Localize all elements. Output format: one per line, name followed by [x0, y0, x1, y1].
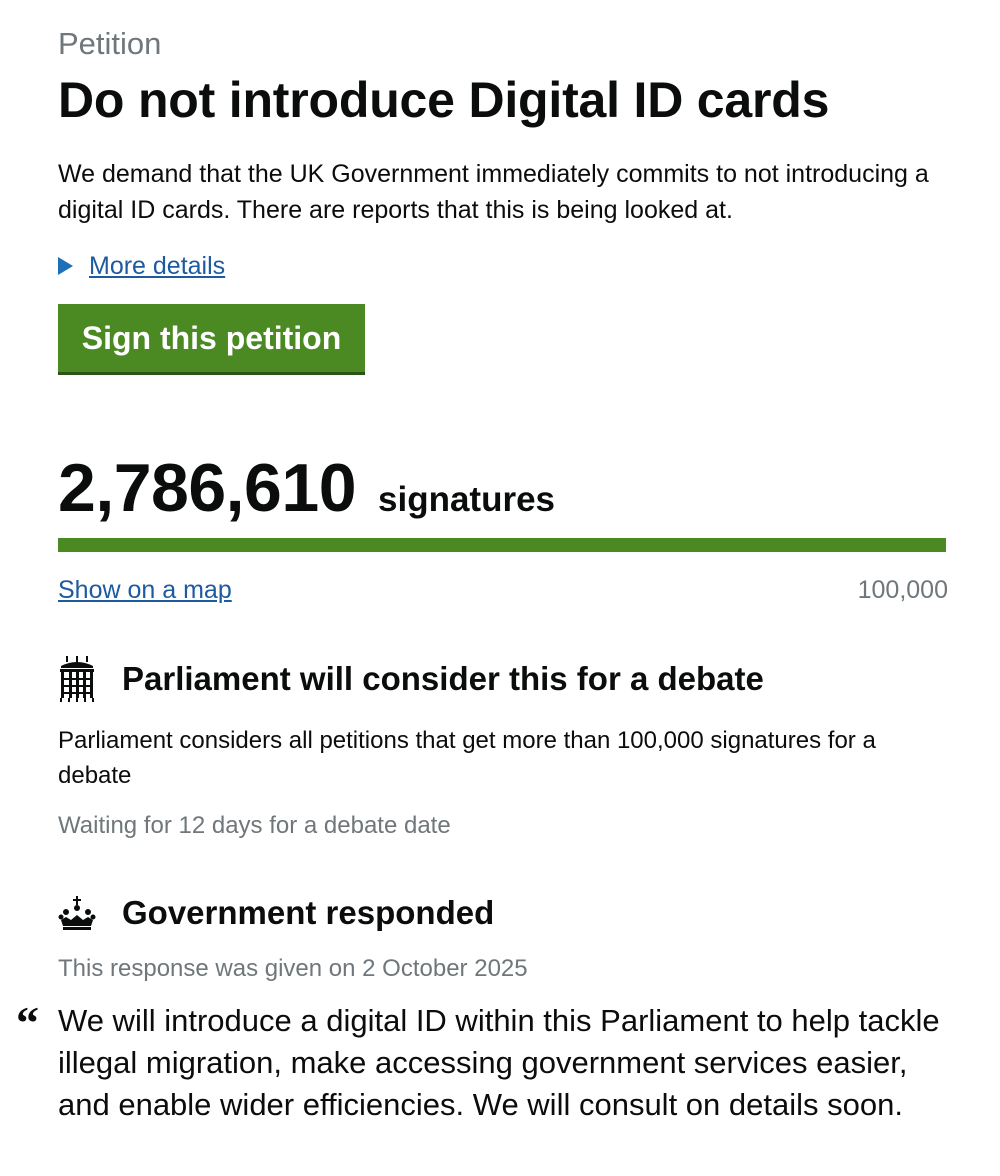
signature-progress-bar: [58, 538, 946, 552]
signature-count-label: signatures: [378, 480, 556, 519]
response-heading: Government responded: [122, 894, 495, 931]
petition-summary: We demand that the UK Government immedia…: [58, 160, 929, 224]
sign-petition-button[interactable]: Sign this petition: [58, 304, 365, 372]
debate-heading: Parliament will consider this for a deba…: [122, 660, 764, 697]
quote-mark-icon: “: [16, 997, 39, 1048]
crown-icon: [58, 890, 96, 936]
debate-section-header: Parliament will consider this for a deba…: [58, 656, 764, 702]
debate-status: Waiting for 12 days for a debate date: [58, 812, 451, 839]
response-date: This response was given on 2 October 202…: [58, 955, 528, 982]
signature-count: 2,786,610 signatures: [58, 448, 555, 528]
response-section-header: Government responded: [58, 890, 494, 936]
more-details-toggle[interactable]: More details: [58, 250, 225, 282]
page-caption: Petition: [58, 26, 162, 61]
debate-description: Parliament considers all petitions that …: [58, 727, 876, 789]
signature-count-number: 2,786,610: [58, 450, 357, 526]
response-quote-text: We will introduce a digital ID within th…: [58, 1003, 940, 1122]
portcullis-icon: [58, 656, 96, 702]
more-details-link[interactable]: More details: [89, 250, 225, 282]
signature-progress-fill: [58, 538, 946, 552]
page-title: Do not introduce Digital ID cards: [58, 72, 830, 128]
signature-threshold: 100,000: [857, 576, 948, 604]
show-on-map-link[interactable]: Show on a map: [58, 574, 232, 606]
response-quote: “ We will introduce a digital ID within …: [16, 1000, 958, 1126]
caret-right-icon: [58, 257, 73, 275]
